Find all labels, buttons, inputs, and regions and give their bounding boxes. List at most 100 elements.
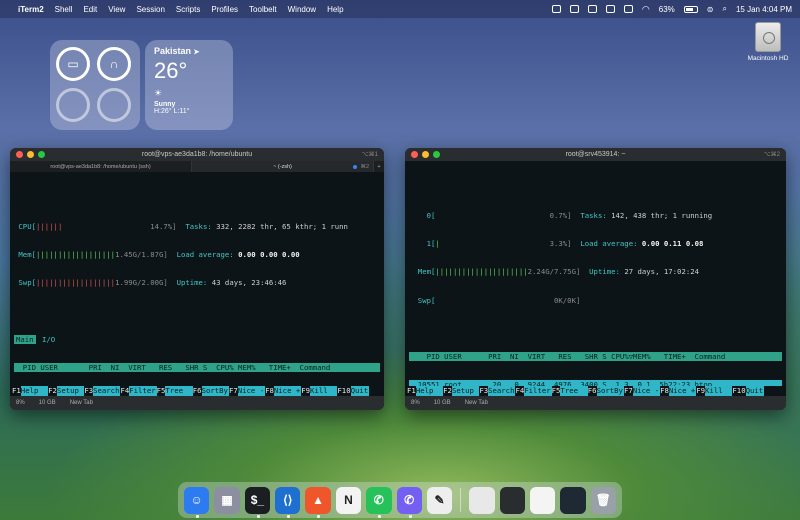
recent-spreadsheet-icon[interactable] [529,486,556,514]
viber-icon[interactable]: ✆ [396,486,422,518]
notion-icon[interactable]: N [335,486,362,514]
launchpad-icon[interactable]: ▦ [214,486,240,514]
fkey-label[interactable]: SortBy [596,386,624,396]
fkey-number[interactable]: F10 [337,386,350,396]
batteries-widget[interactable]: ▭ ∩ [50,40,140,130]
fkey-number[interactable]: F1 [12,386,21,396]
fkey-label[interactable]: Filter [129,386,157,396]
status-new-tab[interactable]: New Tab [70,400,93,406]
menu-app-name[interactable]: iTerm2 [18,5,44,14]
zoom-button[interactable] [433,151,440,158]
menu-session[interactable]: Session [136,5,164,14]
clock[interactable]: 15 Jan 4:04 PM [736,5,792,14]
fkey-label[interactable]: Quit [350,386,370,396]
fkey-label[interactable]: Nice + [668,386,697,396]
battery-ring-empty-1 [56,88,90,122]
tab-ssh[interactable]: root@vps-ae3da1b8: /home/ubuntu (ssh) [10,161,192,172]
fkey-label[interactable]: Search [93,386,121,396]
box-icon[interactable] [587,5,597,13]
window-titlebar[interactable]: root@vps-ae3da1b8: /home/ubuntu ⌥⌘1 [10,148,384,161]
terminal-screen[interactable]: CPU[|||||| 14.7%] Tasks: 332, 2282 thr, … [10,172,384,410]
fkey-label[interactable]: Kill [310,386,338,396]
close-button[interactable] [16,151,23,158]
terminal-screen[interactable]: 0[ 0.7%] Tasks: 142, 438 thr; 1 running … [405,161,786,410]
fkey-label[interactable]: Nice + [273,386,302,396]
display-icon[interactable] [605,5,615,13]
fkey-label[interactable]: Help [415,386,444,396]
fkey-label[interactable]: Quit [745,386,765,396]
fkey-label[interactable]: Kill [705,386,733,396]
fkey-number[interactable]: F1 [407,386,416,396]
iterm-icon[interactable]: $_ [244,486,271,518]
battery-icon[interactable] [683,5,698,13]
finder-icon[interactable]: ☺ [184,486,210,518]
pen-icon[interactable] [569,5,579,13]
process-table-header[interactable]: PID USER PRI NI VIRT RES SHR S CPU% MEM%… [14,363,380,373]
fkey-number[interactable]: F10 [732,386,745,396]
wifi-icon[interactable]: ◠ [642,4,650,15]
fkey-number[interactable]: F5 [552,386,561,396]
control-center-icon[interactable]: ⊜ [707,5,714,14]
running-indicator [196,514,199,518]
fkey-number[interactable]: F2 [48,386,57,396]
fkey-number[interactable]: F2 [443,386,452,396]
fkey-number[interactable]: F9 [301,386,310,396]
fkey-number[interactable]: F8 [660,386,669,396]
fkey-number[interactable]: F7 [624,386,633,396]
status-app-icon[interactable] [551,5,561,13]
fkey-number[interactable]: F3 [479,386,488,396]
menu-view[interactable]: View [108,5,125,14]
recent-terminal-icon[interactable] [499,486,525,514]
fkey-label[interactable]: Nice - [632,386,661,396]
fkey-label[interactable]: Tree [165,386,193,396]
trash-icon[interactable]: 🗑 [590,486,616,514]
weather-widget[interactable]: Pakistan ➤ 26° ☀ Sunny H:26° L:11° [145,40,233,130]
fkey-number[interactable]: F7 [229,386,238,396]
recent-vscode-window-icon[interactable] [560,486,586,514]
minimize-button[interactable] [27,151,34,158]
fkey-label[interactable]: Search [488,386,516,396]
spotlight-icon[interactable]: ⌕ [722,4,726,14]
htop-tab-io[interactable]: I/O [40,335,57,344]
menu-window[interactable]: Window [288,5,316,14]
minimize-button[interactable] [422,151,429,158]
recent-document-icon[interactable] [469,486,495,514]
tab-zsh[interactable]: ~ (-zsh) ⌘2 [192,161,374,172]
menu-edit[interactable]: Edit [83,5,97,14]
vscode-icon[interactable]: ⟨⟩ [275,486,301,518]
terminal-window-1[interactable]: root@vps-ae3da1b8: /home/ubuntu ⌥⌘1 root… [10,148,384,410]
close-button[interactable] [411,151,418,158]
fkey-label[interactable]: Tree [560,386,588,396]
menu-scripts[interactable]: Scripts [176,5,200,14]
fkey-label[interactable]: Setup [451,386,480,396]
fkey-number[interactable]: F4 [515,386,524,396]
fkey-label[interactable]: Help [20,386,49,396]
fkey-label[interactable]: Nice - [237,386,266,396]
process-table-header[interactable]: PID USER PRI NI VIRT RES SHR S CPU%▽MEM%… [409,352,782,362]
menu-toolbelt[interactable]: Toolbelt [249,5,277,14]
fkey-number[interactable]: F6 [588,386,597,396]
menu-profiles[interactable]: Profiles [211,5,238,14]
menu-help[interactable]: Help [327,5,343,14]
fkey-number[interactable]: F4 [120,386,129,396]
terminal-window-2[interactable]: root@srv453914: ~ ⌥⌘2 0[ 0.7%] Tasks: 14… [405,148,786,410]
htop-tab-main[interactable]: Main [14,334,36,344]
new-tab-button[interactable]: + [374,161,384,172]
fkey-number[interactable]: F3 [84,386,93,396]
fkey-number[interactable]: F9 [696,386,705,396]
zoom-button[interactable] [38,151,45,158]
brave-icon[interactable]: ▲ [305,486,331,518]
menu-shell[interactable]: Shell [55,5,73,14]
fkey-label[interactable]: Filter [524,386,552,396]
window-titlebar[interactable]: root@srv453914: ~ ⌥⌘2 [405,148,786,161]
fkey-number[interactable]: F8 [265,386,274,396]
textedit-icon[interactable]: ✎ [426,486,453,514]
fkey-label[interactable]: Setup [56,386,85,396]
desktop-drive[interactable]: Macintosh HD [744,22,792,62]
status-new-tab[interactable]: New Tab [465,400,488,406]
fkey-label[interactable]: SortBy [201,386,229,396]
fkey-number[interactable]: F6 [193,386,202,396]
keyboard-icon[interactable] [623,5,633,13]
fkey-number[interactable]: F5 [157,386,166,396]
whatsapp-icon[interactable]: ✆ [366,486,392,518]
